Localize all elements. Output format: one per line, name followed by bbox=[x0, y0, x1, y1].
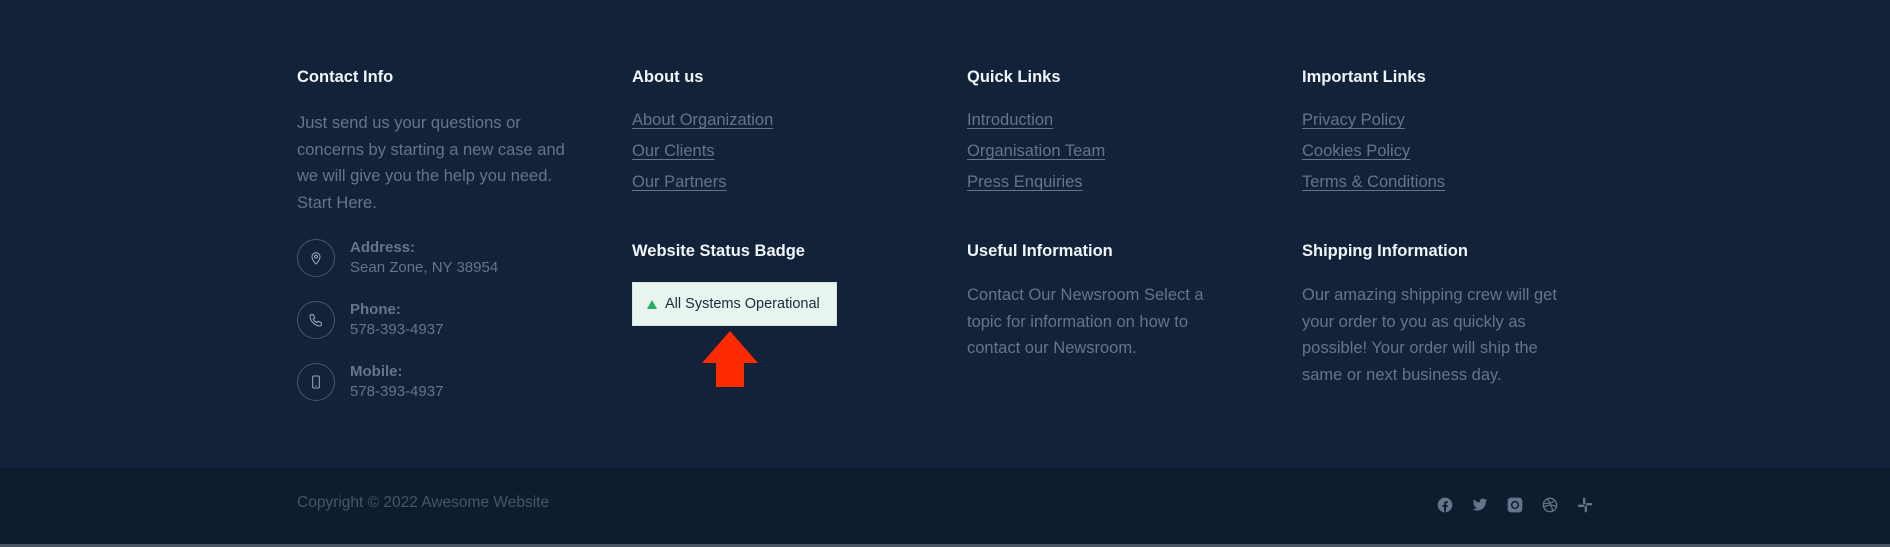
contact-info-description: Just send us your questions or concerns … bbox=[297, 114, 565, 212]
slack-icon[interactable] bbox=[1577, 497, 1593, 513]
link-cookies-policy[interactable]: Cookies Policy bbox=[1302, 141, 1602, 161]
address-value: Sean Zone, NY 38954 bbox=[350, 259, 499, 276]
status-badge-text: All Systems Operational bbox=[665, 296, 820, 312]
about-links: About Organization Our Clients Our Partn… bbox=[632, 110, 932, 192]
mobile-icon bbox=[297, 363, 335, 401]
status-up-icon bbox=[647, 299, 657, 309]
link-privacy-policy[interactable]: Privacy Policy bbox=[1302, 110, 1602, 130]
quick-links-heading: Quick Links bbox=[967, 68, 1061, 86]
link-press-enquiries[interactable]: Press Enquiries bbox=[967, 172, 1267, 192]
red-up-arrow-icon bbox=[702, 331, 758, 387]
link-terms-conditions[interactable]: Terms & Conditions bbox=[1302, 172, 1602, 192]
important-links-heading: Important Links bbox=[1302, 68, 1426, 86]
shipping-info-heading: Shipping Information bbox=[1302, 242, 1468, 260]
phone-icon bbox=[297, 301, 335, 339]
quick-links-column: Quick Links Introduction Organisation Te… bbox=[967, 66, 1267, 362]
map-pin-icon bbox=[297, 239, 335, 277]
link-about-organization[interactable]: About Organization bbox=[632, 110, 932, 130]
link-our-clients[interactable]: Our Clients bbox=[632, 141, 932, 161]
important-links: Privacy Policy Cookies Policy Terms & Co… bbox=[1302, 110, 1602, 192]
contact-item-mobile: Mobile: 578-393-4937 bbox=[297, 362, 597, 402]
contact-list: Address: Sean Zone, NY 38954 Phone: 578-… bbox=[297, 238, 597, 402]
status-heading: Website Status Badge bbox=[632, 242, 805, 260]
status-badge[interactable]: All Systems Operational bbox=[632, 282, 837, 326]
useful-info-text: Contact Our Newsroom Select a topic for … bbox=[967, 286, 1204, 357]
shipping-info-text: Our amazing shipping crew will get your … bbox=[1302, 286, 1557, 384]
contact-info-column: Contact Info Just send us your questions… bbox=[297, 66, 597, 424]
twitter-icon[interactable] bbox=[1472, 497, 1488, 513]
important-links-column: Important Links Privacy Policy Cookies P… bbox=[1302, 66, 1602, 388]
mobile-label: Mobile: bbox=[350, 363, 403, 380]
quick-links: Introduction Organisation Team Press Enq… bbox=[967, 110, 1267, 192]
address-label: Address: bbox=[350, 239, 416, 256]
copyright-text: Copyright © 2022 Awesome Website bbox=[297, 494, 550, 511]
footer-bottom-bar: Copyright © 2022 Awesome Website bbox=[0, 468, 1890, 544]
about-heading: About us bbox=[632, 68, 704, 86]
useful-info-heading: Useful Information bbox=[967, 242, 1113, 260]
about-column: About us About Organization Our Clients … bbox=[632, 66, 932, 326]
facebook-icon[interactable] bbox=[1437, 497, 1453, 513]
dribbble-icon[interactable] bbox=[1542, 497, 1558, 513]
contact-info-heading: Contact Info bbox=[297, 68, 394, 86]
phone-label: Phone: bbox=[350, 301, 401, 318]
link-our-partners[interactable]: Our Partners bbox=[632, 172, 932, 192]
phone-value[interactable]: 578-393-4937 bbox=[350, 320, 443, 340]
link-organisation-team[interactable]: Organisation Team bbox=[967, 141, 1267, 161]
instagram-icon[interactable] bbox=[1507, 497, 1523, 513]
social-links bbox=[1437, 497, 1593, 513]
footer-main: Contact Info Just send us your questions… bbox=[0, 0, 1890, 468]
link-introduction[interactable]: Introduction bbox=[967, 110, 1267, 130]
contact-item-phone: Phone: 578-393-4937 bbox=[297, 300, 597, 340]
mobile-value[interactable]: 578-393-4937 bbox=[350, 382, 443, 402]
contact-item-address: Address: Sean Zone, NY 38954 bbox=[297, 238, 597, 278]
